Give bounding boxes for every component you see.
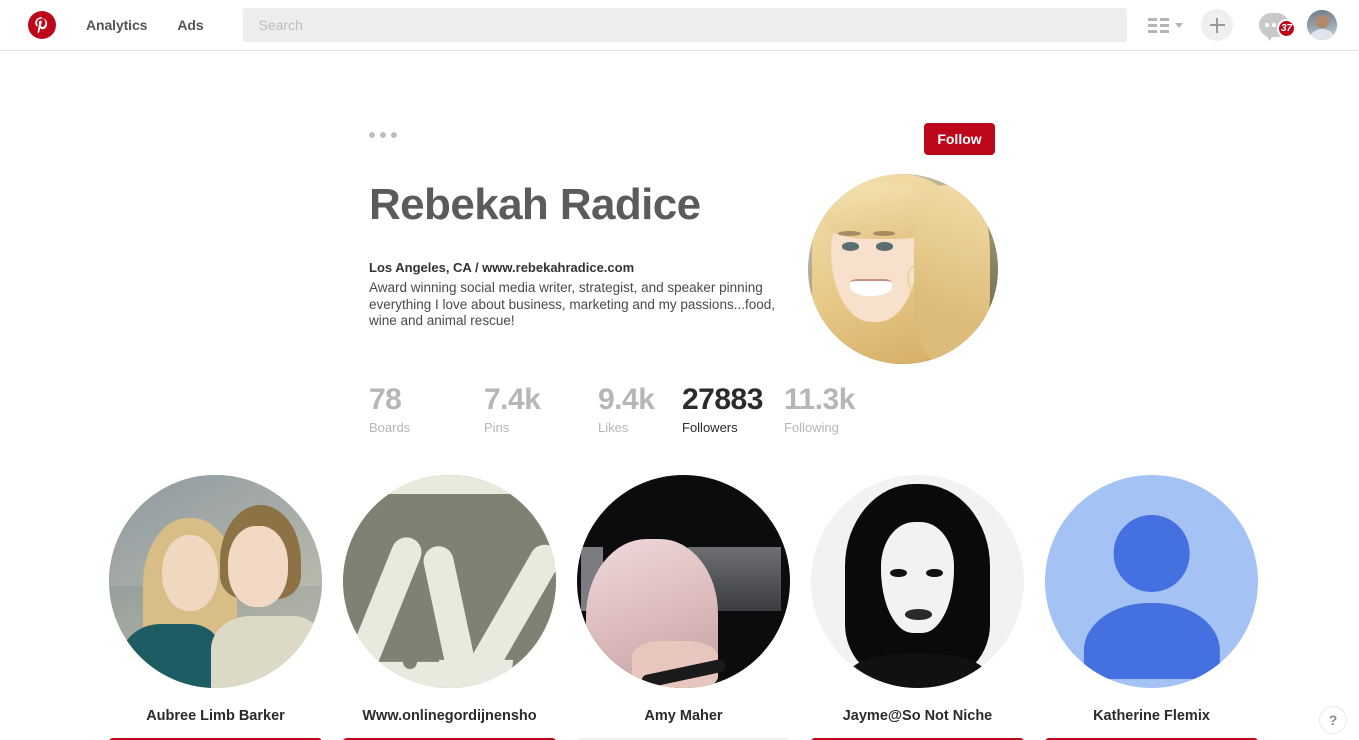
- plus-icon: [1201, 9, 1233, 41]
- stat-followers-value: 27883: [682, 383, 763, 416]
- stat-pins[interactable]: 7.4k Pins: [484, 383, 598, 436]
- top-navigation-bar: Analytics Ads 37: [0, 0, 1359, 51]
- stat-boards[interactable]: 78 Boards: [369, 383, 484, 436]
- follower-avatar[interactable]: [811, 475, 1024, 688]
- stat-following-label: Following: [784, 420, 839, 435]
- list-item: Www.onlinegordijnensho Follow: [343, 475, 556, 740]
- stat-pins-label: Pins: [484, 420, 510, 435]
- list-item: Aubree Limb Barker Follow: [109, 475, 322, 740]
- stat-likes[interactable]: 9.4k Likes: [598, 383, 682, 436]
- search-input[interactable]: [242, 8, 1127, 42]
- stat-boards-label: Boards: [369, 420, 411, 435]
- header-actions: 37: [1143, 5, 1345, 45]
- page-title: Rebekah Radice: [369, 180, 701, 229]
- profile-header: Follow Rebekah Radice Los Angeles, CA / …: [0, 51, 1359, 435]
- list-view-glyph: [1147, 17, 1169, 33]
- list-view-icon[interactable]: [1143, 5, 1187, 45]
- profile-stats: 78 Boards 7.4k Pins 9.4k Likes 27883 Fol…: [369, 383, 894, 436]
- list-item: Katherine Flemix Follow: [1045, 475, 1258, 740]
- followers-grid: Aubree Limb Barker Follow Www.onlinegord…: [109, 475, 1258, 740]
- follower-name[interactable]: Aubree Limb Barker: [146, 708, 285, 724]
- more-options-icon[interactable]: [369, 132, 397, 138]
- stat-likes-label: Likes: [598, 420, 629, 435]
- search-container: [242, 8, 1127, 42]
- messages-badge: 37: [1277, 19, 1296, 38]
- main-content: Follow Rebekah Radice Los Angeles, CA / …: [0, 51, 1359, 740]
- follower-avatar[interactable]: [1045, 475, 1258, 688]
- stat-following-value: 11.3k: [784, 383, 855, 416]
- stat-followers-label: Followers: [682, 420, 738, 435]
- help-icon[interactable]: ?: [1319, 706, 1347, 734]
- stat-pins-value: 7.4k: [484, 383, 541, 416]
- follower-name[interactable]: Jayme@So Not Niche: [843, 708, 993, 724]
- user-avatar[interactable]: [1307, 10, 1337, 40]
- follower-name[interactable]: Www.onlinegordijnensho: [362, 708, 536, 724]
- create-pin-button[interactable]: [1187, 5, 1247, 45]
- profile-photo: [808, 174, 998, 364]
- stat-boards-value: 78: [369, 383, 402, 416]
- pinterest-logo-icon[interactable]: [28, 11, 56, 39]
- stat-likes-value: 9.4k: [598, 383, 655, 416]
- list-item: Amy Maher Unfollow: [577, 475, 790, 740]
- follower-avatar[interactable]: [343, 475, 556, 688]
- stat-following[interactable]: 11.3k Following: [784, 383, 894, 436]
- follower-avatar[interactable]: [109, 475, 322, 688]
- follower-name[interactable]: Amy Maher: [644, 708, 722, 724]
- list-item: Jayme@So Not Niche Follow: [811, 475, 1024, 740]
- nav-link-analytics[interactable]: Analytics: [86, 17, 147, 33]
- nav-link-ads[interactable]: Ads: [177, 17, 203, 33]
- follower-avatar[interactable]: [577, 475, 790, 688]
- follower-name[interactable]: Katherine Flemix: [1093, 708, 1210, 724]
- stat-followers[interactable]: 27883 Followers: [682, 383, 784, 436]
- profile-bio: Award winning social media writer, strat…: [369, 280, 775, 328]
- follow-profile-button[interactable]: Follow: [924, 123, 995, 155]
- messages-button[interactable]: 37: [1247, 5, 1301, 45]
- profile-location-website: Los Angeles, CA / www.rebekahradice.com: [369, 260, 635, 275]
- chevron-down-icon: [1174, 22, 1183, 28]
